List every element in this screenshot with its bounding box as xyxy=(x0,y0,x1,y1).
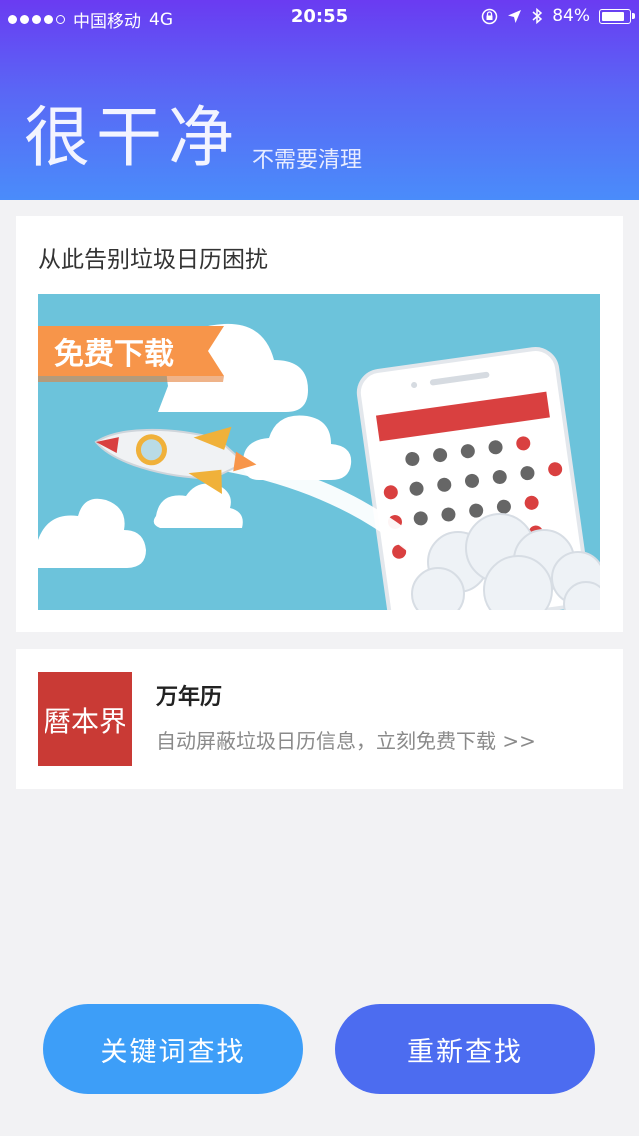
status-right: 84% xyxy=(481,6,635,26)
battery-percent: 84% xyxy=(552,6,590,26)
bluetooth-icon xyxy=(532,7,543,25)
ribbon-label: 免费下载 xyxy=(54,338,174,371)
battery-icon xyxy=(599,8,635,24)
svg-text:曆本界: 曆本界 xyxy=(45,706,125,738)
promo-title: 从此告别垃圾日历困扰 xyxy=(38,247,268,273)
promo-banner[interactable]: 免费下载 xyxy=(38,294,600,610)
keyword-search-button[interactable]: 关键词查找 xyxy=(43,1004,303,1094)
header: 中国移动 4G 20:55 84% 很干净 不需要清理 xyxy=(0,0,639,200)
app-card[interactable]: 曆本界 万年历 自动屏蔽垃圾日历信息，立刻免费下载 >> xyxy=(16,649,623,789)
app-name: 万年历 xyxy=(156,685,223,710)
status-bar: 中国移动 4G 20:55 84% xyxy=(0,0,639,34)
status-subtitle: 不需要清理 xyxy=(252,148,363,173)
promo-card[interactable]: 从此告别垃圾日历困扰 免费下载 xyxy=(16,216,623,632)
app-logo: 曆本界 xyxy=(38,672,132,766)
status-title: 很干净 xyxy=(24,99,240,176)
rescan-button[interactable]: 重新查找 xyxy=(335,1004,595,1094)
location-icon xyxy=(508,9,522,23)
calendar-seal-icon: 曆本界 xyxy=(45,706,125,738)
banner-illustration: 免费下载 xyxy=(38,323,600,610)
app-description[interactable]: 自动屏蔽垃圾日历信息，立刻免费下载 >> xyxy=(156,727,576,755)
rotation-lock-icon xyxy=(481,8,498,24)
